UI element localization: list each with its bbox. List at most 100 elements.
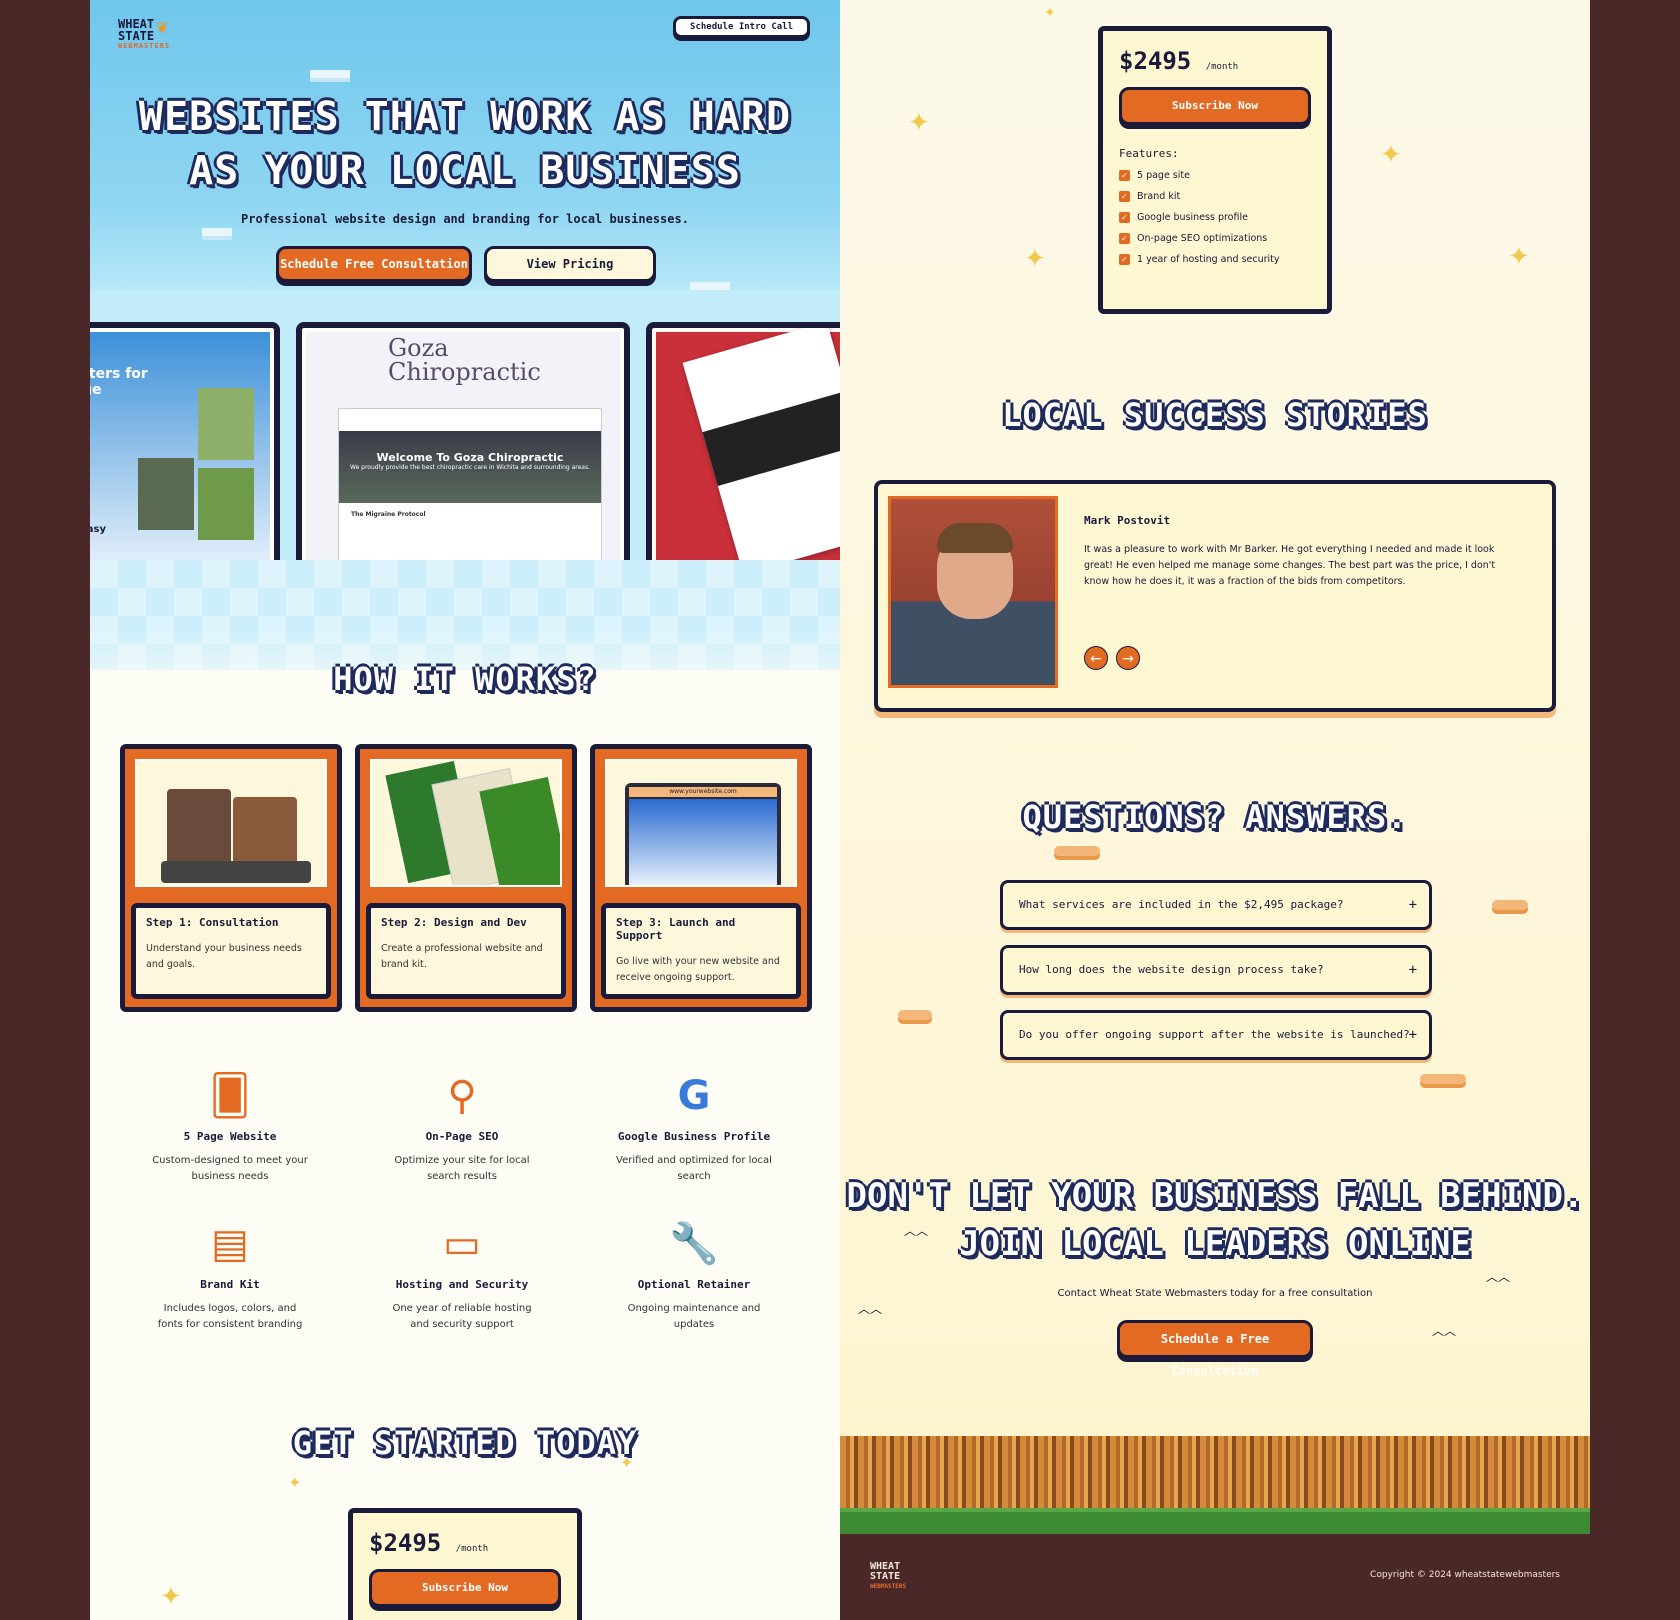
faq-question: How long does the website design process… — [1019, 963, 1324, 976]
cloud — [1054, 846, 1100, 856]
feature-item: G Google Business Profile Verified and o… — [594, 1068, 794, 1185]
house-image — [138, 458, 194, 530]
schedule-free-consultation-button[interactable]: Schedule a Free Consultation — [1117, 1320, 1313, 1378]
testimonial-name: Mark Postovit — [1084, 514, 1171, 527]
page-left: WHEAT STATE WEBMASTERS ❦ Schedule Intro … — [90, 0, 840, 1620]
feature-item: ▭ Hosting and Security One year of relia… — [362, 1216, 562, 1333]
step-info: Step 1: Consultation Understand your bus… — [131, 903, 331, 999]
how-it-works-title: HOW IT WORKS? — [333, 660, 597, 698]
price-period: /month — [1205, 62, 1239, 72]
site-subheading: The Migraine Protocol — [351, 511, 426, 518]
feature-text: Verified and optimized for local search — [616, 1155, 772, 1182]
plus-icon[interactable]: + — [1409, 883, 1417, 927]
subscribe-now-button[interactable]: Subscribe Now — [369, 1569, 561, 1607]
sparkle-icon: ✦ — [620, 1453, 634, 1472]
hero-title-line1: WEBSITES THAT WORK AS HARD — [138, 94, 792, 140]
feature-text: Custom-designed to meet your business ne… — [152, 1155, 308, 1182]
subscribe-now-button[interactable]: Subscribe Now — [1119, 87, 1311, 125]
faq-title: QUESTIONS? ANSWERS. — [1022, 798, 1408, 836]
hair-shape — [937, 523, 1013, 553]
testimonial-photo — [888, 496, 1058, 688]
cloud — [202, 228, 232, 236]
copyright-text: Copyright © 2024 wheatstatewebmasters — [1370, 1570, 1560, 1580]
footer: WHEAT STATE WEBMASTERS Copyright © 2024 … — [840, 1534, 1590, 1620]
hero-title: WEBSITES THAT WORK AS HARD AS YOUR LOCAL… — [90, 90, 840, 198]
goza-brand-line2: Chiropractic — [388, 358, 541, 386]
step-text: Go live with your new website and receiv… — [616, 956, 780, 983]
google-icon: G — [677, 1073, 711, 1119]
view-pricing-button[interactable]: View Pricing — [484, 246, 656, 282]
testimonial-quote: It was a pleasure to work with Mr Barker… — [1084, 544, 1496, 587]
shot-caption: easy — [90, 524, 107, 535]
feature-title: On-Page SEO — [425, 1130, 499, 1143]
bird-icon: ︿︿ — [858, 1302, 883, 1316]
monitor-icon: ▭ — [443, 1221, 481, 1267]
step-info: Step 3: Launch and Support Go live with … — [601, 903, 801, 999]
feature-item: 🔧 Optional Retainer Ongoing maintenance … — [594, 1216, 794, 1333]
plus-icon[interactable]: + — [1409, 948, 1417, 992]
brand-logo[interactable]: WHEAT STATE WEBMASTERS ❦ — [118, 16, 170, 50]
hero-section: WHEAT STATE WEBMASTERS ❦ Schedule Intro … — [90, 0, 840, 290]
feature-title: Google Business Profile — [617, 1130, 771, 1143]
schedule-consultation-button[interactable]: Schedule Free Consultation — [276, 246, 472, 282]
footer-logo[interactable]: WHEAT STATE WEBMASTERS — [870, 1562, 906, 1592]
cloud — [898, 1010, 932, 1020]
design-mockup-image — [370, 759, 562, 887]
launch-mockup-image: www.yourwebsite.com — [605, 759, 797, 887]
brand-line2: STATE — [870, 1571, 901, 1582]
cta-title-line2: JOIN LOCAL LEADERS ONLINE — [959, 1224, 1471, 1264]
brand-line2: STATE — [118, 29, 155, 43]
portfolio-shot[interactable] — [646, 322, 840, 574]
sparkle-icon: ✦ — [1024, 244, 1046, 274]
success-stories-title: LOCAL SUCCESS STORIES — [1002, 396, 1428, 434]
step-text: Understand your business needs and goals… — [146, 943, 302, 970]
cta-subtitle: Contact Wheat State Webmasters today for… — [1057, 1288, 1373, 1299]
goza-brand: Goza Chiropractic — [388, 336, 541, 384]
sparkle-icon: ✦ — [1508, 242, 1530, 272]
portfolio-shot[interactable]: Goza Chiropractic Welcome To Goza Chirop… — [296, 322, 630, 574]
monitor-frame: www.yourwebsite.com — [625, 783, 781, 885]
testimonial-card: Mark Postovit It was a pleasure to work … — [874, 480, 1556, 712]
site-dark-band — [702, 390, 840, 486]
faq-item[interactable]: What services are included in the $2,495… — [1000, 880, 1432, 930]
step-text: Create a professional website and brand … — [381, 943, 543, 970]
feature-title: Brand Kit — [200, 1278, 260, 1291]
cta-title-line1: DON'T LET YOUR BUSINESS FALL BEHIND. — [846, 1176, 1584, 1216]
price-amount: $2495 — [369, 1529, 442, 1557]
features-list: 5 page site Brand kit Google business pr… — [1119, 170, 1311, 265]
house-image — [198, 468, 254, 540]
feature-text: Ongoing maintenance and updates — [627, 1303, 761, 1330]
portfolio-carousel: rters for ge easy Goza Chiropractic Welc… — [90, 290, 840, 590]
video-call-image — [135, 759, 327, 887]
plus-icon[interactable]: + — [1409, 1013, 1417, 1057]
sparkle-icon: ✦ — [908, 108, 930, 138]
faq-item[interactable]: Do you offer ongoing support after the w… — [1000, 1010, 1432, 1060]
feature-list-item: On-page SEO optimizations — [1119, 233, 1311, 244]
price-value: $2495 /month — [369, 1529, 561, 1557]
next-arrow-icon[interactable]: → — [1116, 646, 1140, 670]
sparkle-icon: ✦ — [288, 1473, 302, 1492]
site-mockup: Welcome To Goza Chiropractic We proudly … — [338, 408, 602, 566]
site-banner: Welcome To Goza Chiropractic We proudly … — [339, 431, 601, 503]
faq-item[interactable]: How long does the website design process… — [1000, 945, 1432, 995]
prev-arrow-icon[interactable]: ← — [1084, 646, 1108, 670]
bird-icon: ︿︿ — [904, 1224, 929, 1238]
price-period: /month — [455, 1544, 489, 1554]
pricing-card: $2495 /month Subscribe Now — [348, 1508, 582, 1620]
cloud — [310, 70, 350, 78]
cloud — [1492, 900, 1528, 910]
house-image — [198, 388, 254, 460]
goza-brand-line1: Goza — [388, 334, 449, 362]
url-bar: www.yourwebsite.com — [629, 787, 777, 797]
feature-item: ⚲ On-Page SEO Optimize your site for loc… — [362, 1068, 562, 1185]
schedule-intro-call-button[interactable]: Schedule Intro Call — [673, 16, 810, 38]
portfolio-shot[interactable]: rters for ge easy — [90, 322, 280, 574]
faq-question: Do you offer ongoing support after the w… — [1019, 1028, 1410, 1041]
feature-list-item: Google business profile — [1119, 212, 1311, 223]
sparkle-icon: ✦ — [160, 1582, 182, 1612]
wrench-icon: 🔧 — [669, 1221, 719, 1267]
cloud — [1420, 1074, 1466, 1084]
feature-text: Includes logos, colors, and fonts for co… — [157, 1303, 303, 1330]
site-preview — [629, 799, 777, 885]
call-toolbar — [161, 861, 311, 883]
